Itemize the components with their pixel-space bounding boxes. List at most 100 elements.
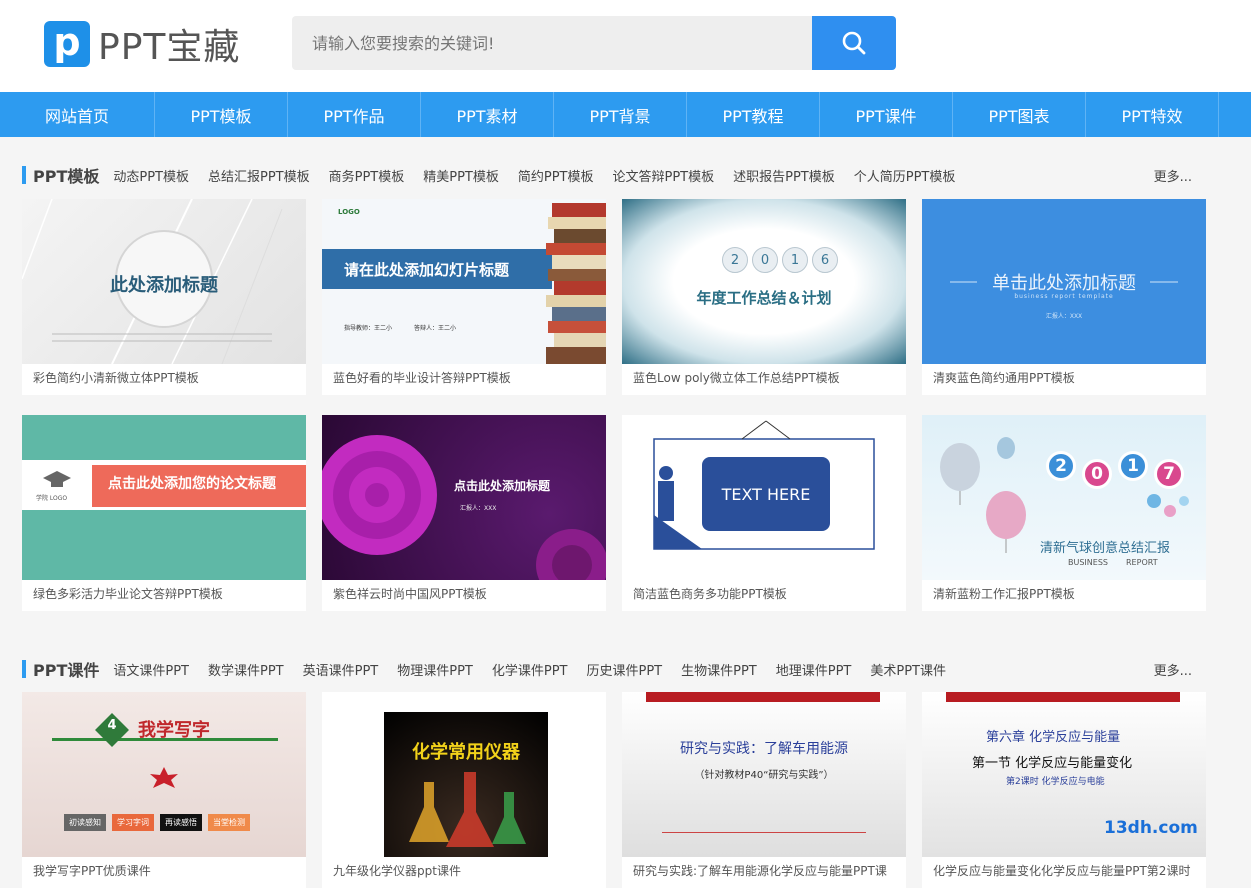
section-tag[interactable]: 商务PPT模板 — [329, 166, 405, 185]
thumb-title: 点击此处添加您的论文标题 — [108, 476, 276, 492]
courseware-card[interactable]: 化学常用仪器 九年级化学仪器ppt课件 — [322, 692, 606, 888]
nav-ppt-effects[interactable]: PPT特效 — [1086, 92, 1219, 137]
courseware-card[interactable]: 4 我学写字 初读感知 学习字词 再读感悟 当堂检测 我学写字PPT优质课件 — [22, 692, 306, 888]
year-digit: 2 — [1046, 451, 1076, 481]
year-balls: 2 0 1 6 — [722, 247, 838, 273]
template-card[interactable]: 点击此处添加标题 汇报人：XXX 紫色祥云时尚中国风PPT模板 — [322, 415, 606, 611]
template-card[interactable]: 此处添加标题 彩色简约小清新微立体PPT模板 — [22, 199, 306, 395]
card-caption: 蓝色好看的毕业设计答辩PPT模板 — [333, 371, 511, 385]
watermark: 13dh.com — [1104, 818, 1198, 838]
thumb-subtitle: 第2课时 化学反应与电能 — [1006, 777, 1105, 787]
search-icon — [842, 31, 866, 55]
card-thumbnail: 研究与实践：了解车用能源 （针对教材P40“研究与实践”） — [622, 692, 906, 857]
more-link[interactable]: 更多... — [1154, 166, 1192, 185]
nav-ppt-tutorials[interactable]: PPT教程 — [687, 92, 820, 137]
search-input[interactable] — [292, 16, 812, 70]
logo-p-icon: p — [44, 21, 90, 67]
thumb-title: 点击此处添加标题 — [454, 479, 551, 493]
section-tag[interactable]: 英语课件PPT — [303, 660, 379, 679]
template-card[interactable]: TEXT HERE 简洁蓝色商务多功能PPT模板 — [622, 415, 906, 611]
template-card[interactable]: 学院 LOGO 点击此处添加您的论文标题 绿色多彩活力毕业论文答辩PPT模板 — [22, 415, 306, 611]
year-digit: 0 — [752, 247, 778, 273]
year-digit: 7 — [1154, 459, 1184, 489]
more-link[interactable]: 更多... — [1154, 660, 1192, 679]
thumb-title: 请在此处添加幻灯片标题 — [344, 261, 510, 279]
card-thumbnail: 此处添加标题 — [22, 199, 306, 364]
cloud-pattern — [322, 435, 606, 580]
nav-ppt-charts[interactable]: PPT图表 — [953, 92, 1086, 137]
number-badge-text: 4 — [107, 718, 117, 733]
nav-ppt-materials[interactable]: PPT素材 — [421, 92, 554, 137]
graduation-cap-icon — [43, 471, 71, 487]
section-tag[interactable]: 化学课件PPT — [492, 660, 568, 679]
thumb-title: 研究与实践：了解车用能源 — [680, 741, 848, 757]
thumb-band — [946, 692, 1180, 702]
site-header: p PPT宝藏 — [0, 0, 1251, 92]
card-thumbnail: 2 0 1 7 清新气球创意总结汇报 BUSINESS REPORT — [922, 415, 1206, 580]
courseware-card[interactable]: 研究与实践：了解车用能源 （针对教材P40“研究与实践”） 研究与实践:了解车用… — [622, 692, 906, 888]
chip: 学习字词 — [112, 814, 154, 831]
year-digit: 1 — [1118, 451, 1148, 481]
section-tag[interactable]: 地理课件PPT — [776, 660, 852, 679]
leaf-icon — [150, 767, 178, 788]
chip: 当堂检测 — [208, 814, 250, 831]
card-thumbnail: TEXT HERE — [622, 415, 906, 580]
section-tag[interactable]: 美术PPT课件 — [870, 660, 946, 679]
card-thumbnail: 化学常用仪器 — [322, 692, 606, 857]
template-card[interactable]: 单击此处添加标题 business report template 汇报人：XX… — [922, 199, 1206, 395]
year-digit: 2 — [722, 247, 748, 273]
section-tag[interactable]: 精美PPT模板 — [423, 166, 499, 185]
template-card[interactable]: LOGO 请在此处添加幻灯片标题 指导教师：王二小 答辩人：王二小 蓝色好看的毕… — [322, 199, 606, 395]
section-tag[interactable]: 物理课件PPT — [397, 660, 473, 679]
section-header-templates: PPT模板 动态PPT模板 总结汇报PPT模板 商务PPT模板 精美PPT模板 … — [22, 164, 1212, 186]
thumb-title: 化学常用仪器 — [412, 742, 520, 763]
section-title[interactable]: PPT课件 — [33, 657, 99, 681]
section-tag[interactable]: 数学课件PPT — [208, 660, 284, 679]
year-balls: 2 0 1 7 — [1046, 451, 1184, 489]
nav-ppt-backgrounds[interactable]: PPT背景 — [554, 92, 687, 137]
section-title[interactable]: PPT模板 — [33, 163, 99, 187]
logo-text: PPT宝藏 — [98, 27, 241, 68]
year-digit: 6 — [812, 247, 838, 273]
thumb-line — [662, 832, 866, 833]
card-thumbnail: 2 0 1 6 年度工作总结＆计划 — [622, 199, 906, 364]
template-card[interactable]: 2 0 1 7 清新气球创意总结汇报 BUSINESS REPORT 清新蓝粉工… — [922, 415, 1206, 611]
books-icon — [546, 203, 606, 364]
section-tag[interactable]: 简约PPT模板 — [518, 166, 594, 185]
nav-ppt-courseware[interactable]: PPT课件 — [820, 92, 953, 137]
section-tag[interactable]: 述职报告PPT模板 — [733, 166, 835, 185]
section-accent-bar — [22, 660, 26, 678]
courseware-card[interactable]: 第六章 化学反应与能量 第一节 化学反应与能量变化 第2课时 化学反应与电能 1… — [922, 692, 1206, 888]
nav-home[interactable]: 网站首页 — [0, 92, 155, 137]
nav-ppt-works[interactable]: PPT作品 — [288, 92, 421, 137]
section-tag[interactable]: 历史课件PPT — [587, 660, 663, 679]
section-tag[interactable]: 语文课件PPT — [113, 660, 189, 679]
section-tag[interactable]: 个人简历PPT模板 — [854, 166, 956, 185]
template-card[interactable]: 2 0 1 6 年度工作总结＆计划 蓝色Low poly微立体工作总结PPT模板 — [622, 199, 906, 395]
thumb-decor — [950, 281, 1178, 283]
card-thumbnail: 第六章 化学反应与能量 第一节 化学反应与能量变化 第2课时 化学反应与电能 1… — [922, 692, 1206, 857]
card-caption: 绿色多彩活力毕业论文答辩PPT模板 — [33, 587, 223, 601]
card-thumbnail: LOGO 请在此处添加幻灯片标题 指导教师：王二小 答辩人：王二小 — [322, 199, 606, 364]
site-logo[interactable]: p PPT宝藏 — [44, 20, 240, 68]
section-tag[interactable]: 动态PPT模板 — [113, 166, 189, 185]
thumb-title: 此处添加标题 — [110, 275, 218, 296]
card-caption: 彩色简约小清新微立体PPT模板 — [33, 371, 199, 385]
card-thumbnail: 单击此处添加标题 business report template 汇报人：XX… — [922, 199, 1206, 364]
thumb-title: 我学写字 — [138, 720, 210, 741]
thumb-subtitle: REPORT — [1126, 558, 1158, 567]
card-caption: 蓝色Low poly微立体工作总结PPT模板 — [633, 371, 840, 385]
thumb-author: 答辩人：王二小 — [414, 325, 457, 332]
section-tag[interactable]: 生物课件PPT — [681, 660, 757, 679]
flask-icon — [409, 772, 526, 847]
section-tag[interactable]: 论文答辩PPT模板 — [613, 166, 715, 185]
section-tag[interactable]: 总结汇报PPT模板 — [208, 166, 310, 185]
thumb-subtitle: （针对教材P40“研究与实践”） — [694, 770, 834, 781]
card-caption: 我学写字PPT优质课件 — [33, 864, 151, 878]
nav-ppt-templates[interactable]: PPT模板 — [155, 92, 288, 137]
search-button[interactable] — [812, 16, 896, 70]
thumb-subtitle: BUSINESS — [1068, 558, 1108, 567]
card-thumbnail: 点击此处添加标题 汇报人：XXX — [322, 415, 606, 580]
section-accent-bar — [22, 166, 26, 184]
thumb-author: 指导教师：王二小 — [344, 325, 393, 332]
